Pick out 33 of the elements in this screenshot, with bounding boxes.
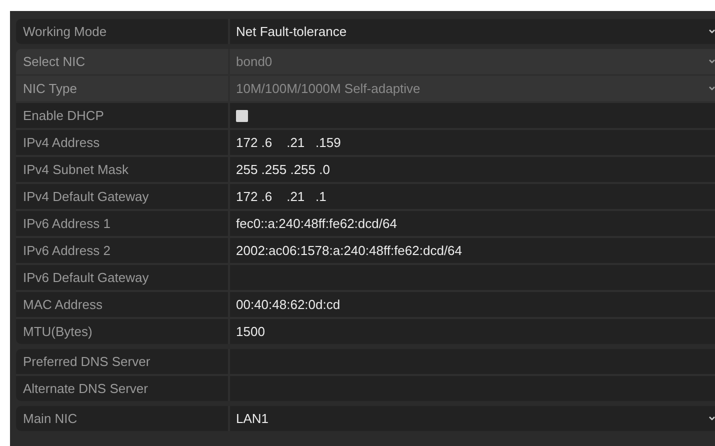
field-label: IPv6 Default Gateway xyxy=(16,265,228,290)
input-field[interactable]: 00:40:48:62:0d:cd xyxy=(230,292,715,317)
input-field[interactable]: fec0::a:240:48ff:fe62:dcd/64 xyxy=(230,211,715,236)
input-field[interactable]: 172 .6 .21 .1 xyxy=(230,184,715,209)
field-label: IPv6 Address 2 xyxy=(16,238,228,263)
chevron-down-icon xyxy=(709,59,715,64)
dropdown[interactable]: Net Fault-tolerance xyxy=(230,19,715,44)
field-label: Alternate DNS Server xyxy=(16,376,228,401)
dropdown-value: LAN1 xyxy=(236,411,269,426)
dropdown[interactable]: LAN1 xyxy=(230,406,715,431)
chevron-down-icon xyxy=(709,416,715,421)
field-label: Preferred DNS Server xyxy=(16,349,228,374)
field-label: Select NIC xyxy=(16,49,228,74)
dropdown-value: Net Fault-tolerance xyxy=(236,24,347,39)
input-field[interactable]: 1500 xyxy=(230,319,715,344)
dropdown-value: bond0 xyxy=(236,54,272,69)
input-field[interactable]: 172 .6 .21 .159 xyxy=(230,130,715,155)
chevron-down-icon xyxy=(709,86,715,91)
field-label: IPv4 Subnet Mask xyxy=(16,157,228,182)
input-field[interactable]: 255 .255 .255 .0 xyxy=(230,157,715,182)
dropdown-value: 10M/100M/1000M Self-adaptive xyxy=(236,81,420,96)
input-field[interactable]: 2002:ac06:1578:a:240:48ff:fe62:dcd/64 xyxy=(230,238,715,263)
field-label: MAC Address xyxy=(16,292,228,317)
field-label: NIC Type xyxy=(16,76,228,101)
field-label: IPv4 Address xyxy=(16,130,228,155)
chevron-down-icon xyxy=(709,29,715,34)
field-label: MTU(Bytes) xyxy=(16,319,228,344)
field-label: Working Mode xyxy=(16,19,228,44)
field-label: Main NIC xyxy=(16,406,228,431)
field-label: IPv6 Address 1 xyxy=(16,211,228,236)
field-label: IPv4 Default Gateway xyxy=(16,184,228,209)
field-label: Enable DHCP xyxy=(16,103,228,128)
checkbox[interactable] xyxy=(236,110,248,122)
